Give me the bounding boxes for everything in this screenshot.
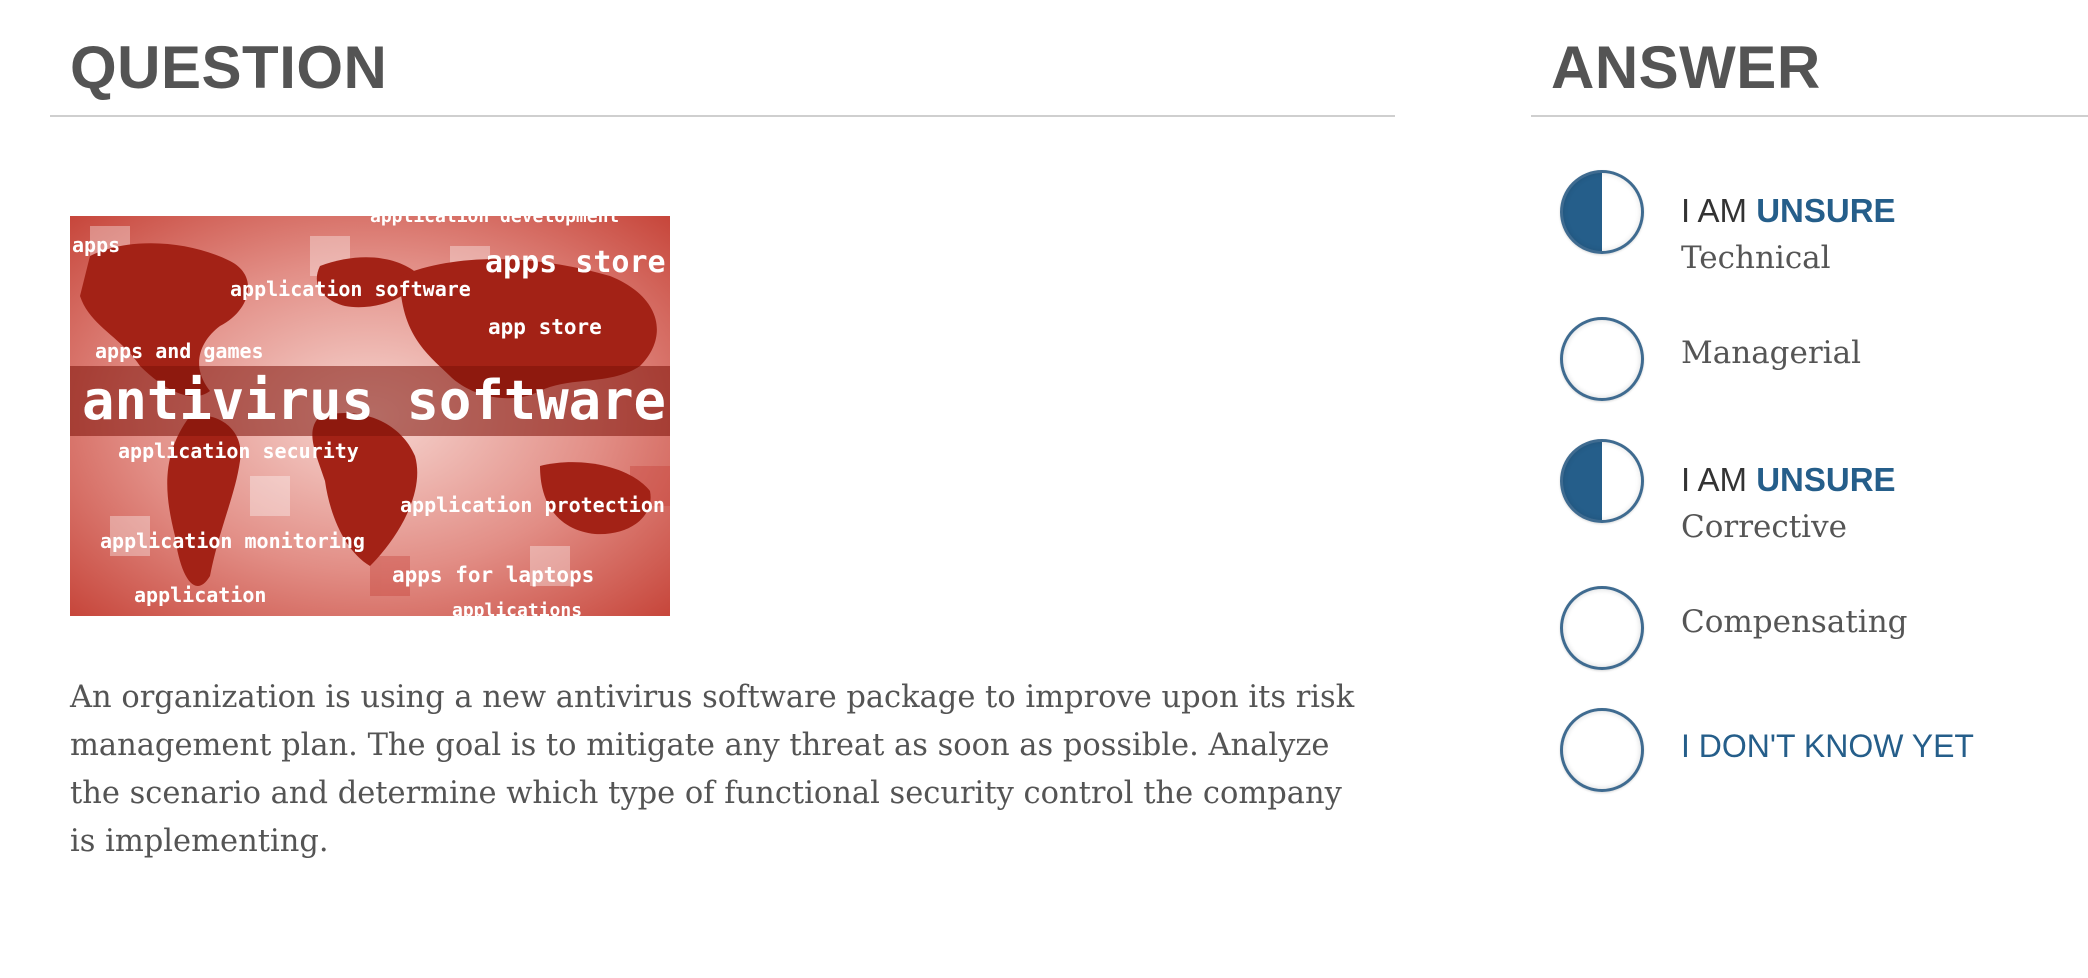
answer-heading: ANSWER (1551, 34, 1821, 101)
illustration-word-12: applications (452, 600, 582, 616)
answer-divider (1531, 115, 2088, 117)
antivirus-software-illustration: application development apps apps store … (70, 216, 670, 616)
illustration-word-9: application monitoring (100, 529, 365, 553)
illustration-word-8: application protection (400, 493, 665, 517)
quiz-page: QUESTION application development apps ap… (0, 0, 2088, 978)
unsure-label: I AM UNSURE (1681, 192, 1896, 230)
answer-option-managerial[interactable]: Managerial (1560, 317, 2080, 401)
radio-empty[interactable] (1560, 317, 1644, 401)
illustration-word-11: application (134, 583, 266, 607)
illustration-word-6: apps and games (95, 339, 264, 363)
option-label-compensating: Compensating (1681, 604, 1908, 640)
radio-half-unsure[interactable] (1560, 170, 1644, 254)
radio-half-unsure[interactable] (1560, 439, 1644, 523)
radio-empty[interactable] (1560, 708, 1644, 792)
illustration-word-1: application development (370, 216, 619, 227)
answer-option-compensating[interactable]: Compensating (1560, 586, 2080, 670)
illustration-word-4: application software (230, 277, 471, 301)
question-divider (50, 115, 1395, 117)
option-label-corrective: Corrective (1681, 509, 1847, 545)
illustration-word-10: apps for laptops (392, 563, 594, 587)
option-label-technical: Technical (1681, 240, 1831, 276)
illustration-word-2: apps (72, 233, 120, 257)
dont-know-label: I DON'T KNOW YET (1681, 728, 1974, 764)
unsure-prefix: I AM (1681, 461, 1757, 498)
illustration-headline: antivirus software (82, 369, 666, 432)
answer-option-dont-know[interactable]: I DON'T KNOW YET (1560, 708, 2080, 792)
unsure-label: I AM UNSURE (1681, 461, 1896, 499)
radio-empty[interactable] (1560, 586, 1644, 670)
answer-option-technical[interactable]: I AM UNSURE Technical (1560, 170, 2080, 280)
question-text: An organization is using a new antivirus… (70, 680, 1355, 859)
illustration-word-5: app store (488, 315, 602, 339)
illustration-word-7: application security (118, 439, 359, 463)
question-heading: QUESTION (70, 34, 388, 101)
unsure-prefix: I AM (1681, 192, 1757, 229)
illustration-word-3: apps store (485, 245, 666, 280)
unsure-highlight: UNSURE (1756, 461, 1896, 498)
unsure-highlight: UNSURE (1756, 192, 1896, 229)
option-label-managerial: Managerial (1681, 335, 1861, 371)
answer-option-corrective[interactable]: I AM UNSURE Corrective (1560, 439, 2080, 549)
